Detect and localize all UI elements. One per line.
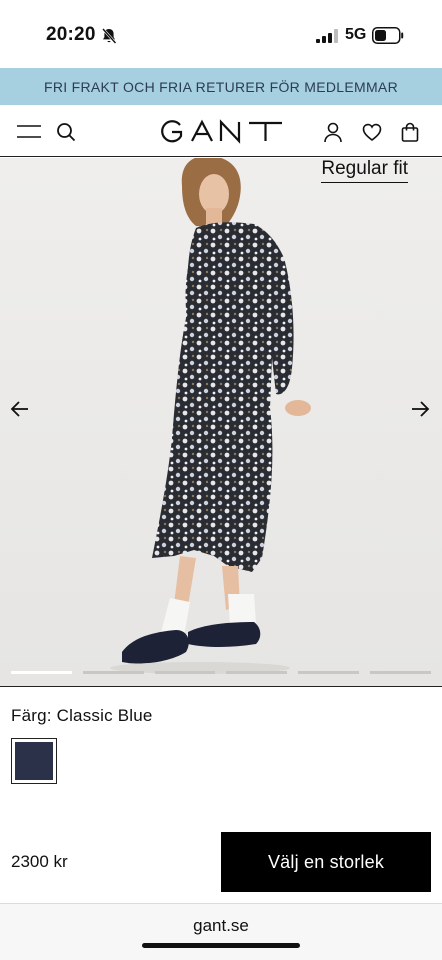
signal-icon (316, 29, 338, 43)
url-text[interactable]: gant.se (0, 916, 442, 936)
swatch-fill (15, 742, 53, 780)
arrow-right-icon[interactable] (409, 398, 431, 420)
color-swatch-classic-blue[interactable] (11, 738, 57, 784)
product-price: 2300 kr (11, 852, 68, 871)
divider (0, 686, 442, 687)
gallery-dot[interactable] (298, 671, 360, 674)
battery-icon (372, 27, 404, 44)
product-gallery[interactable]: Regular fit (0, 158, 442, 686)
bell-slash-icon (102, 28, 117, 44)
fit-label[interactable]: Regular fit (321, 158, 408, 183)
account-icon[interactable] (322, 121, 344, 143)
search-icon[interactable] (55, 121, 77, 143)
home-indicator[interactable] (142, 943, 300, 948)
bag-icon[interactable] (399, 121, 421, 143)
choose-size-button[interactable]: Välj en storlek (221, 832, 431, 892)
gallery-pagination (11, 671, 431, 674)
menu-icon[interactable] (16, 121, 42, 143)
site-header (0, 105, 442, 157)
browser-address-bar[interactable]: gant.se (0, 903, 442, 960)
gallery-dot[interactable] (370, 671, 431, 674)
gallery-dot[interactable] (226, 671, 288, 674)
gallery-dot[interactable] (154, 671, 216, 674)
gant-logo[interactable] (159, 119, 283, 145)
status-bar: 20:20 5G (0, 0, 442, 68)
gallery-dot[interactable] (82, 671, 144, 674)
gallery-dot[interactable] (11, 671, 72, 674)
arrow-left-icon[interactable] (9, 398, 31, 420)
product-photo (0, 158, 442, 686)
status-time: 20:20 (46, 24, 96, 45)
network-label: 5G (345, 26, 367, 43)
heart-icon[interactable] (361, 121, 383, 143)
color-label: Färg: Classic Blue (11, 706, 153, 725)
promo-text: FRI FRAKT OCH FRIA RETURER FÖR MEDLEMMAR (44, 78, 398, 95)
promo-banner[interactable]: FRI FRAKT OCH FRIA RETURER FÖR MEDLEMMAR (0, 68, 442, 105)
